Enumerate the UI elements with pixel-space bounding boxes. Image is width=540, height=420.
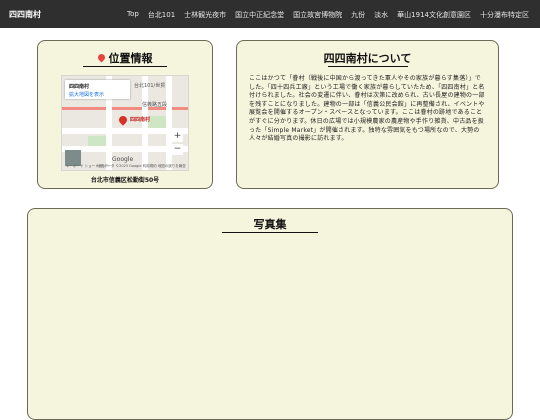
map-attribution[interactable]: 地図データ ©2023 Google 利用規約 地図の誤りを報告 bbox=[97, 164, 186, 169]
address-text: 台北市信義区松勤街50号 bbox=[90, 177, 160, 184]
about-title: 四四南村について bbox=[323, 52, 412, 65]
nav-link-shilin[interactable]: 士林観光夜市 bbox=[184, 10, 226, 20]
gallery-title: 写真集 bbox=[253, 218, 287, 231]
map-street-label: 信義路五段 bbox=[142, 102, 168, 108]
nav-link-chiang-kai-shek[interactable]: 国立中正紀念堂 bbox=[235, 10, 284, 20]
nav-link-palace-museum[interactable]: 国立故宮博物院 bbox=[293, 10, 342, 20]
zoom-out-button[interactable]: − bbox=[172, 144, 183, 155]
map-station-label: 台北101/世貿 bbox=[134, 83, 166, 89]
map-info-box: 四四南村 拡大地図を表示 bbox=[65, 80, 130, 99]
location-card: 位置情報 台北101/世貿 信義路五段 四四南村 拡大地図を表示 四四南村 + … bbox=[37, 40, 213, 189]
map-enlarge-link[interactable]: 拡大地図を表示 bbox=[69, 91, 104, 98]
nav-link-top[interactable]: Top bbox=[127, 10, 139, 20]
title-underline bbox=[222, 232, 318, 233]
map-place-label: 四四南村 bbox=[130, 117, 151, 123]
google-map[interactable]: 台北101/世貿 信義路五段 四四南村 拡大地図を表示 四四南村 + − Goo… bbox=[61, 75, 189, 171]
map-pin-icon bbox=[96, 52, 106, 63]
title-underline bbox=[83, 66, 167, 67]
title-underline bbox=[328, 66, 408, 67]
map-box-title: 四四南村 bbox=[69, 84, 90, 90]
location-title: 位置情報 bbox=[108, 52, 153, 65]
gallery-card: 写真集 bbox=[27, 208, 513, 420]
google-logo: Google bbox=[112, 156, 134, 163]
map-road bbox=[142, 76, 148, 170]
map-road bbox=[166, 76, 172, 170]
brand-logo[interactable]: 四四南村 bbox=[9, 9, 41, 20]
nav-link-jiufen[interactable]: 九份 bbox=[351, 10, 365, 20]
nav-link-tamsui[interactable]: 淡水 bbox=[374, 10, 388, 20]
about-card: 四四南村について ここはかつて「眷村（戦後に中国から渡ってきた軍人やその家族が暮… bbox=[236, 40, 499, 189]
nav-link-shifen[interactable]: 十分瀑布特定区 bbox=[480, 10, 529, 20]
about-description: ここはかつて「眷村（戦後に中国から渡ってきた軍人やその家族が暮らす集落）」でした… bbox=[249, 75, 485, 143]
zoom-in-button[interactable]: + bbox=[172, 131, 183, 142]
top-navbar: 四四南村 Top 台北101 士林観光夜市 国立中正紀念堂 国立故宮博物院 九份… bbox=[0, 0, 540, 28]
nav-links: Top 台北101 士林観光夜市 国立中正紀念堂 国立故宮博物院 九份 淡水 華… bbox=[127, 10, 529, 20]
nav-link-taipei101[interactable]: 台北101 bbox=[148, 10, 175, 20]
map-marker-icon[interactable] bbox=[117, 114, 129, 126]
nav-link-huashan[interactable]: 華山1914文化創意園区 bbox=[397, 10, 471, 20]
